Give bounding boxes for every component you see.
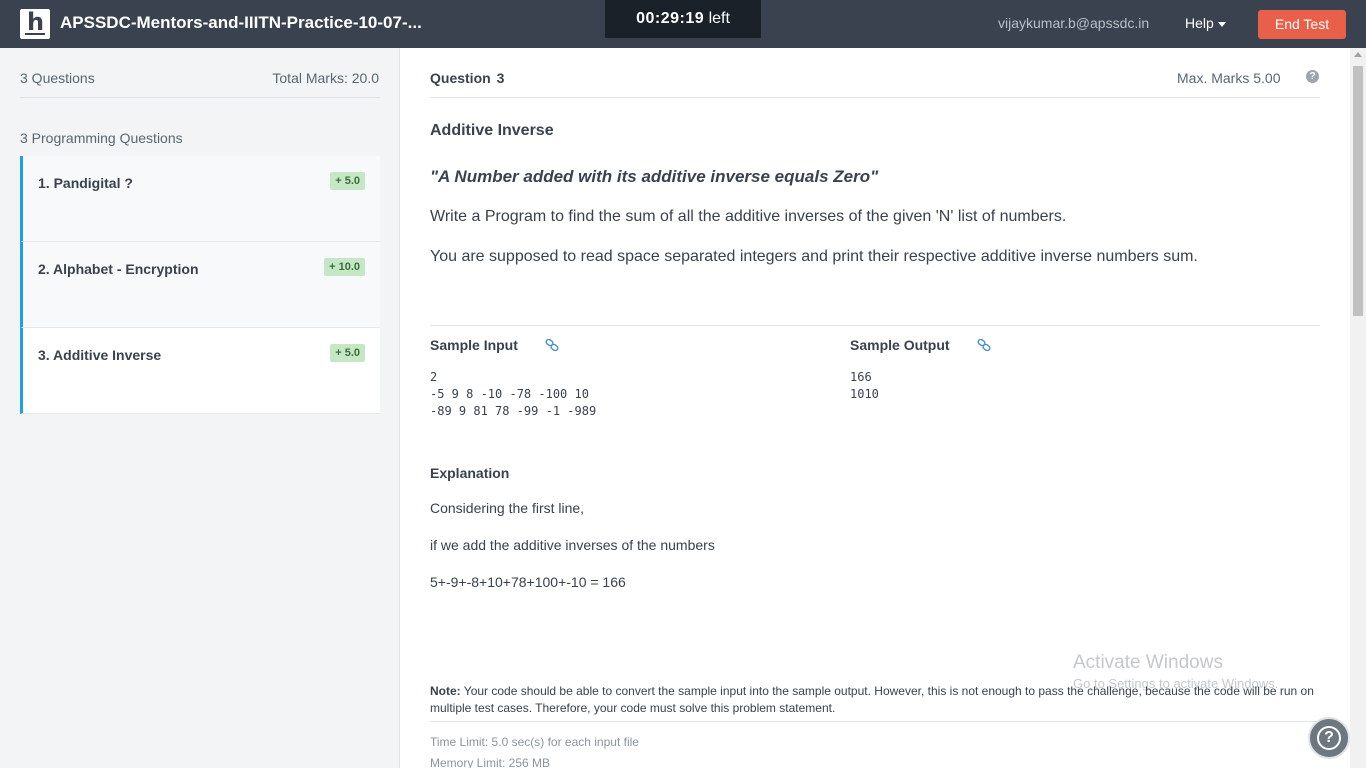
question-label: 1. Pandigital ?: [38, 175, 133, 191]
question-sidebar: 3 Questions Total Marks: 20.0 3 Programm…: [0, 48, 400, 768]
countdown-timer: 00:29:19 left: [605, 0, 761, 38]
question-item-3[interactable]: 3. Additive Inverse + 5.0: [20, 328, 380, 414]
note-body: Your code should be able to convert the …: [430, 684, 1314, 715]
question-content: Question 3 Max. Marks 5.00 ? Additive Inv…: [400, 48, 1350, 768]
help-menu[interactable]: Help: [1185, 15, 1226, 31]
total-marks: Total Marks: 20.0: [272, 70, 379, 86]
marks-badge: + 5.0: [330, 344, 365, 362]
problem-title: Additive Inverse: [430, 122, 554, 139]
logo-letter: h: [27, 8, 45, 36]
explanation-line: Considering the first line,: [430, 500, 585, 516]
time-limit: Time Limit: 5.0 sec(s) for each input fi…: [430, 735, 639, 749]
floating-help-button[interactable]: ?: [1308, 717, 1350, 759]
link-icon[interactable]: [545, 339, 559, 351]
question-item-1[interactable]: 1. Pandigital ? + 5.0: [20, 156, 380, 242]
scrollbar-thumb[interactable]: [1353, 66, 1363, 316]
problem-description-1: Write a Program to find the sum of all t…: [430, 208, 1067, 225]
question-item-2[interactable]: 2. Alphabet - Encryption + 10.0: [20, 242, 380, 328]
question-label: 2. Alphabet - Encryption: [38, 261, 199, 277]
watermark-title: Activate Windows: [1073, 652, 1223, 673]
programming-heading: 3 Programming Questions: [20, 130, 183, 146]
marks-badge: + 5.0: [330, 172, 365, 190]
timer-value: 00:29:19: [636, 10, 705, 27]
sample-output-label: Sample Output: [850, 337, 950, 353]
question-mark-icon: ?: [1317, 726, 1341, 750]
top-header: h APSSDC-Mentors-and-IIITN-Practice-10-0…: [0, 0, 1366, 48]
scroll-up-icon[interactable]: [1354, 52, 1362, 57]
question-list: 1. Pandigital ? + 5.0 2. Alphabet - Encr…: [20, 156, 380, 414]
link-icon[interactable]: [977, 339, 991, 351]
sample-input-label: Sample Input: [430, 337, 518, 353]
question-number: 3: [496, 70, 505, 86]
sample-input-code: 2 -5 9 8 -10 -78 -100 10 -89 9 81 78 -99…: [430, 370, 597, 418]
question-header: Question 3: [430, 70, 504, 86]
explanation-line: 5+-9+-8+10+78+100+-10 = 166: [430, 574, 626, 590]
problem-description-2: You are supposed to read space separated…: [430, 248, 1198, 265]
end-test-button[interactable]: End Test: [1258, 10, 1346, 39]
memory-limit: Memory Limit: 256 MB: [430, 756, 551, 768]
questions-count: 3 Questions: [20, 70, 95, 86]
explanation-line: if we add the additive inverses of the n…: [430, 537, 715, 553]
question-label: Question: [430, 70, 491, 86]
timer-suffix: left: [708, 10, 730, 27]
max-marks: Max. Marks 5.00: [1177, 70, 1281, 86]
question-circle-icon[interactable]: ?: [1306, 70, 1319, 83]
note-label: Note:: [430, 684, 461, 698]
help-label: Help: [1185, 15, 1214, 31]
note-text: Note: Your code should be able to conver…: [430, 683, 1320, 717]
hackerearth-logo[interactable]: h: [20, 9, 50, 39]
user-email: vijaykumar.b@apssdc.in: [998, 15, 1150, 31]
explanation-label: Explanation: [430, 465, 510, 481]
problem-quote: "A Number added with its additive invers…: [430, 167, 879, 186]
scrollbar[interactable]: [1350, 48, 1366, 768]
marks-badge: + 10.0: [324, 258, 365, 276]
contest-title: APSSDC-Mentors-and-IIITN-Practice-10-07-…: [60, 13, 422, 32]
caret-down-icon: [1217, 21, 1226, 27]
sample-output-code: 166 1010: [850, 370, 879, 401]
question-label: 3. Additive Inverse: [38, 347, 162, 363]
